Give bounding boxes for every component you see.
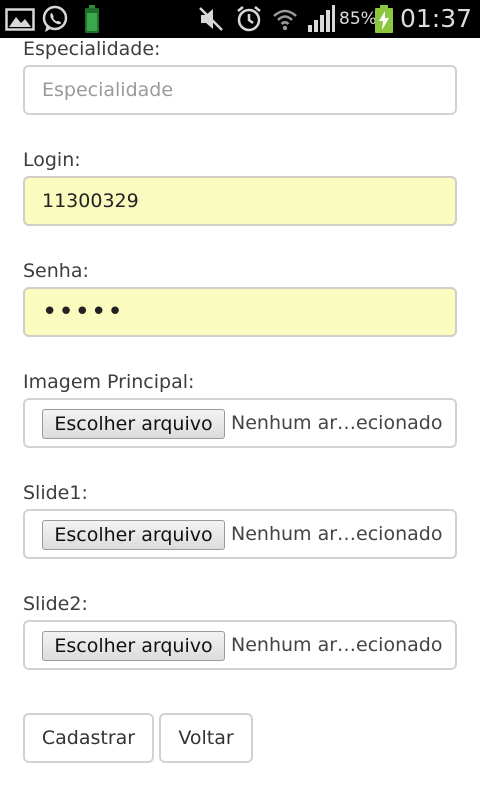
whatsapp-icon bbox=[42, 5, 68, 32]
cadastrar-button[interactable]: Cadastrar bbox=[23, 713, 154, 763]
wifi-icon bbox=[273, 9, 297, 31]
alarm-icon bbox=[237, 6, 261, 32]
especialidade-label: Especialidade: bbox=[23, 38, 161, 60]
registration-form: Especialidade: Login: Senha: Imagem Prin… bbox=[0, 0, 480, 800]
battery-charging-icon bbox=[375, 5, 393, 33]
slide2-file-input[interactable]: Escolher arquivo Nenhum ar…ecionado bbox=[23, 620, 457, 670]
slide1-file-input[interactable]: Escolher arquivo Nenhum ar…ecionado bbox=[23, 509, 457, 559]
slide1-choose-file-button[interactable]: Escolher arquivo bbox=[42, 520, 225, 550]
imagem-principal-label: Imagem Principal: bbox=[23, 371, 195, 393]
especialidade-input[interactable] bbox=[23, 65, 457, 115]
imagem-principal-choose-file-button[interactable]: Escolher arquivo bbox=[42, 409, 225, 439]
imagem-principal-file-status: Nenhum ar…ecionado bbox=[231, 412, 443, 434]
signal-icon bbox=[308, 5, 335, 32]
battery-app-icon bbox=[85, 5, 99, 33]
clock-time: 01:37 bbox=[400, 4, 473, 33]
slide1-file-status: Nenhum ar…ecionado bbox=[231, 523, 443, 545]
gallery-icon bbox=[5, 8, 35, 31]
slide2-choose-file-button[interactable]: Escolher arquivo bbox=[42, 631, 225, 661]
slide2-label: Slide2: bbox=[23, 593, 88, 615]
battery-percent: 85% bbox=[339, 9, 377, 29]
imagem-principal-file-input[interactable]: Escolher arquivo Nenhum ar…ecionado bbox=[23, 398, 457, 448]
slide1-label: Slide1: bbox=[23, 482, 88, 504]
voltar-button[interactable]: Voltar bbox=[159, 713, 253, 763]
senha-label: Senha: bbox=[23, 260, 89, 282]
slide2-file-status: Nenhum ar…ecionado bbox=[231, 634, 443, 656]
login-label: Login: bbox=[23, 149, 81, 171]
login-input[interactable] bbox=[23, 176, 457, 226]
mute-icon bbox=[199, 7, 223, 31]
status-bar: 85% 01:37 bbox=[0, 0, 480, 38]
senha-password-input[interactable] bbox=[23, 287, 457, 337]
